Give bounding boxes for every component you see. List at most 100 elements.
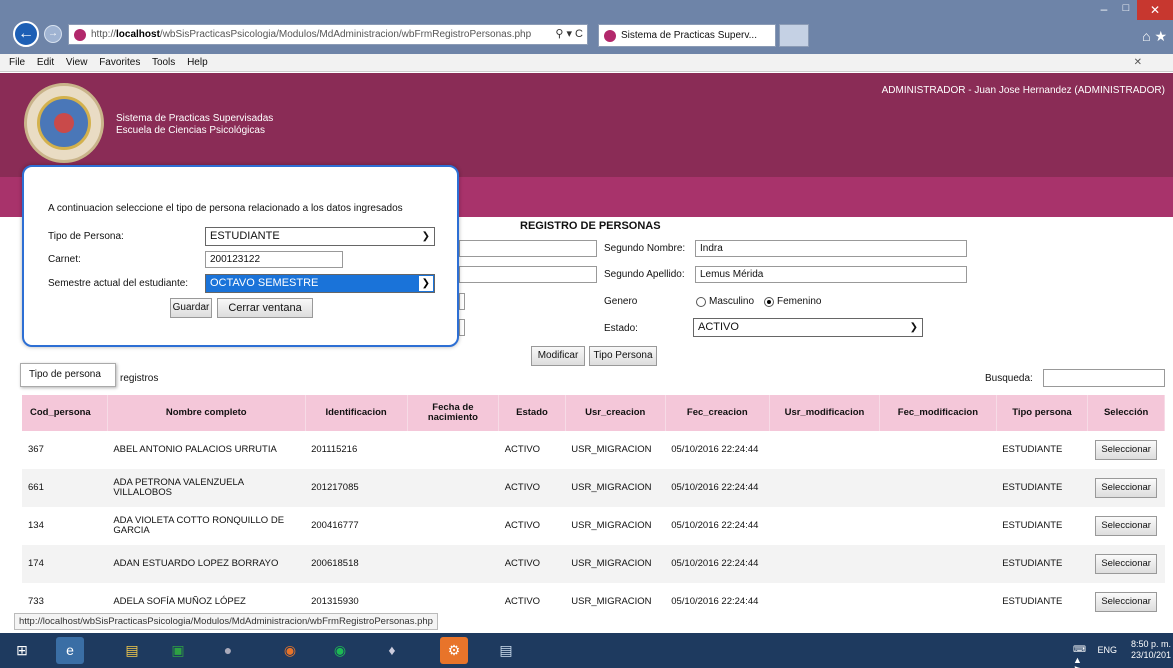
app-icon[interactable]: ● — [214, 637, 242, 664]
url-path: /wbSisPracticasPsicologia/Modulos/MdAdmi… — [159, 29, 532, 40]
femenino-radio[interactable] — [764, 297, 774, 307]
internet-explorer-icon[interactable]: e — [56, 637, 84, 664]
cell-usr-creacion: USR_MIGRACION — [565, 545, 666, 583]
tab-favicon-icon — [604, 30, 616, 42]
cell-fec-mod — [879, 431, 997, 469]
settings-gear-icon[interactable]: ⚙ — [440, 637, 468, 664]
cell-fec-creacion: 05/10/2016 22:24:44 — [665, 545, 770, 583]
identificacion-input[interactable] — [459, 319, 465, 336]
primer-apellido-input[interactable] — [459, 266, 597, 283]
seleccionar-button[interactable]: Seleccionar — [1095, 554, 1157, 574]
menu-file[interactable]: File — [9, 57, 25, 68]
col-usr-modificacion[interactable]: Usr_modificacion — [769, 395, 881, 431]
menu-help[interactable]: Help — [187, 57, 208, 68]
tray-icons[interactable]: ⌨ ▲ ⚑ ◫ ♫ — [1073, 644, 1091, 668]
spotify-icon[interactable]: ◉ — [326, 637, 354, 664]
menu-view[interactable]: View — [66, 57, 88, 68]
cell-usr-creacion: USR_MIGRACION — [565, 469, 666, 507]
segundo-apellido-input[interactable]: Lemus Mérida — [695, 266, 967, 283]
document-icon[interactable]: ▤ — [492, 637, 520, 664]
windows-start-icon[interactable]: ⊞ — [8, 637, 36, 664]
menu-favorites[interactable]: Favorites — [99, 57, 140, 68]
masculino-radio[interactable] — [696, 297, 706, 307]
chrome-icon[interactable]: ◉ — [276, 637, 304, 664]
browser-toolbar-icons[interactable]: ⌂ ★ — [1142, 28, 1167, 45]
cell-fec-creacion: 05/10/2016 22:24:44 — [665, 469, 770, 507]
file-explorer-icon[interactable]: ▤ — [118, 637, 146, 664]
cell-estado: ACTIVO — [498, 583, 566, 621]
site-favicon-icon — [74, 29, 86, 41]
femenino-label: Femenino — [777, 296, 822, 307]
forward-button[interactable]: → — [44, 25, 62, 43]
seleccionar-button[interactable]: Seleccionar — [1095, 592, 1157, 612]
database-icon[interactable]: ♦ — [378, 637, 406, 664]
col-nombre-completo[interactable]: Nombre completo — [107, 395, 306, 431]
col-tipo-persona[interactable]: Tipo persona — [996, 395, 1089, 431]
tipo-persona-select-value: ESTUDIANTE — [210, 230, 280, 242]
maximize-icon[interactable]: □ — [1115, 2, 1137, 14]
minimize-icon[interactable]: – — [1093, 2, 1115, 16]
modal-instruction: A continuacion seleccione el tipo de per… — [48, 203, 403, 214]
cell-fec-creacion: 05/10/2016 22:24:44 — [665, 507, 770, 545]
system-name: Sistema de Practicas Supervisadas — [116, 113, 274, 124]
browser-tab-active[interactable]: Sistema de Practicas Superv... — [598, 24, 776, 47]
seleccionar-button[interactable]: Seleccionar — [1095, 516, 1157, 536]
col-fecha-nacimiento[interactable]: Fecha de nacimiento — [407, 395, 500, 431]
cell-seleccion: Seleccionar — [1087, 545, 1165, 583]
tipo-persona-select[interactable]: ESTUDIANTE ❯ — [205, 227, 435, 246]
col-cod-persona[interactable]: Cod_persona — [22, 395, 108, 431]
seal-inner — [37, 96, 91, 150]
modificar-button[interactable]: Modificar — [531, 346, 585, 366]
seleccionar-button[interactable]: Seleccionar — [1095, 440, 1157, 460]
clock-time: 8:50 p. m. — [1130, 639, 1171, 649]
menu-edit[interactable]: Edit — [37, 57, 54, 68]
cerrar-ventana-button[interactable]: Cerrar ventana — [217, 298, 313, 318]
cell-usr-mod — [769, 583, 880, 621]
cell-nombre: ADA PETRONA VALENZUELA VILLALOBOS — [107, 469, 306, 507]
school-name: Escuela de Ciencias Psicológicas — [116, 125, 265, 136]
col-fec-modificacion[interactable]: Fec_modificacion — [879, 395, 997, 431]
search-refresh-icon[interactable]: ⚲ ▾ C — [555, 25, 583, 44]
address-bar[interactable]: http://localhost/wbSisPracticasPsicologi… — [68, 24, 588, 45]
new-tab-button[interactable] — [779, 24, 809, 47]
segundo-nombre-input[interactable]: Indra — [695, 240, 967, 257]
tipo-persona-tab[interactable]: Tipo de persona — [20, 363, 116, 387]
col-fec-creacion[interactable]: Fec_creacion — [665, 395, 770, 431]
fecha-input[interactable] — [459, 293, 465, 310]
cell-seleccion: Seleccionar — [1087, 507, 1165, 545]
close-window-icon[interactable]: ✕ — [1137, 0, 1173, 20]
semestre-label: Semestre actual del estudiante: — [48, 278, 189, 289]
cell-identificacion: 201115216 — [305, 431, 408, 469]
registros-label: registros — [120, 373, 159, 384]
url-prefix: http:// — [91, 29, 117, 40]
semestre-select[interactable]: OCTAVO SEMESTRE ❯ — [205, 274, 435, 293]
cell-usr-creacion: USR_MIGRACION — [565, 431, 666, 469]
tipo-persona-button[interactable]: Tipo Persona — [589, 346, 657, 366]
language-indicator[interactable]: ENG — [1097, 645, 1117, 655]
back-button[interactable]: ← — [13, 21, 39, 47]
search-input[interactable] — [1043, 369, 1165, 387]
guardar-button[interactable]: Guardar — [170, 298, 212, 318]
cell-fec-creacion: 05/10/2016 22:24:44 — [665, 431, 770, 469]
browser-titlebar: ← → http://localhost/wbSisPracticasPsico… — [0, 0, 1173, 54]
primer-nombre-input[interactable] — [459, 240, 597, 257]
col-estado[interactable]: Estado — [498, 395, 566, 431]
estado-label: Estado: — [604, 323, 638, 334]
menu-tools[interactable]: Tools — [152, 57, 175, 68]
seal-core — [54, 113, 74, 133]
cell-tipo: ESTUDIANTE — [996, 431, 1088, 469]
app-title: Sistema de Practicas Supervisadas Escuel… — [116, 113, 273, 137]
segundo-nombre-label: Segundo Nombre: — [604, 243, 686, 254]
close-menu-icon[interactable]: ✕ — [1134, 54, 1142, 71]
web-page: Sistema de Practicas Supervisadas Escuel… — [0, 73, 1173, 633]
col-usr-creacion[interactable]: Usr_creacion — [565, 395, 666, 431]
estado-select[interactable]: ACTIVO ❯ — [693, 318, 923, 337]
office-icon[interactable]: ▣ — [164, 637, 192, 664]
cell-cod: 174 — [22, 545, 108, 583]
cell-seleccion: Seleccionar — [1087, 583, 1165, 621]
col-seleccion[interactable]: Selección — [1087, 395, 1165, 431]
carnet-input[interactable]: 200123122 — [205, 251, 343, 268]
seleccionar-button[interactable]: Seleccionar — [1095, 478, 1157, 498]
clock[interactable]: 8:50 p. m. 23/10/201 — [1123, 639, 1171, 661]
col-identificacion[interactable]: Identificacion — [305, 395, 408, 431]
